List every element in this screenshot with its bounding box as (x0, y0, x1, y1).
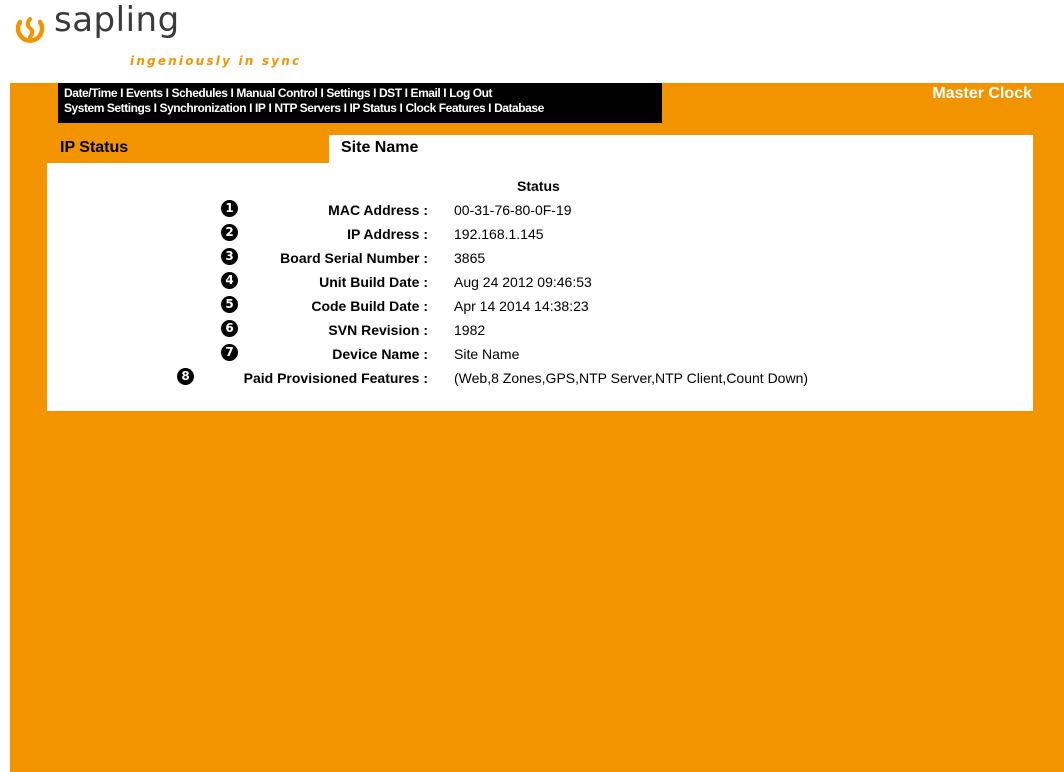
nav-separator: I (249, 101, 252, 115)
status-label: Board Serial Number : (280, 250, 428, 266)
status-row: 8 Paid Provisioned Features : (Web,8 Zones… (47, 367, 1033, 391)
status-value: Apr 14 2014 14:38:23 (454, 298, 589, 314)
device-type-label: Master Clock (932, 85, 1032, 102)
status-value: 00-31-76-80-0F-19 (454, 202, 572, 218)
status-heading: Status (517, 178, 560, 194)
nav-link-date-time[interactable]: Date/Time (64, 86, 118, 100)
number-badge-icon: 7 (221, 344, 238, 361)
number-badge-icon: 8 (177, 368, 194, 385)
nav-link-email[interactable]: Email (411, 86, 441, 100)
status-table: Status 1 MAC Address : 00-31-76-80-0F-19 2 I… (47, 163, 1033, 411)
nav-separator: I (120, 86, 123, 100)
status-row: 4 Unit Build Date : Aug 24 2012 09:46:53 (47, 271, 1033, 295)
status-label: Device Name : (332, 346, 428, 362)
status-label: MAC Address : (328, 202, 428, 218)
site-name-heading: Site Name (341, 139, 419, 156)
nav-separator: I (373, 86, 376, 100)
number-badge-icon: 3 (221, 248, 238, 265)
status-value: 3865 (454, 250, 486, 266)
brand-name: sapling (54, 0, 180, 40)
nav-link-synchronization[interactable]: Synchronization (160, 101, 247, 115)
status-value: Site Name (454, 346, 520, 362)
nav-link-ip-status[interactable]: IP Status (349, 101, 397, 115)
nav-link-ip[interactable]: IP (255, 101, 266, 115)
nav-link-settings[interactable]: Settings (326, 86, 370, 100)
site-name-tab: Site Name (329, 135, 1033, 163)
status-label: SVN Revision : (328, 322, 428, 338)
status-value: (Web,8 Zones,GPS,NTP Server,NTP Client,C… (454, 370, 809, 386)
nav-row-primary: Date/Time I Events I Schedules I Manual Contro… (64, 86, 662, 101)
brand-tagline: ingeniously in sync (130, 54, 302, 68)
number-badge-icon: 6 (221, 320, 238, 337)
nav-separator: I (443, 86, 447, 100)
nav-link-manual-control[interactable]: Manual Control (236, 86, 317, 100)
nav-separator: I (488, 101, 492, 115)
sapling-logo: sapling ingeniously in sync (14, 0, 334, 74)
number-badge-icon: 5 (221, 296, 238, 313)
number-badge-icon: 1 (221, 200, 238, 217)
nav-link-ntp-servers[interactable]: NTP Servers (274, 101, 341, 115)
nav-link-dst[interactable]: DST (379, 86, 402, 100)
top-navigation: Date/Time I Events I Schedules I Manual Contro… (58, 83, 662, 123)
status-value: 1982 (454, 322, 486, 338)
status-row: 7 Device Name : Site Name (47, 343, 1033, 367)
status-label: Paid Provisioned Features : (243, 370, 428, 386)
number-badge-icon: 4 (221, 272, 238, 289)
nav-separator: I (404, 86, 408, 100)
nav-link-log-out[interactable]: Log Out (449, 86, 492, 100)
nav-row-secondary: System Settings I Synchronization I IP I NTP S… (64, 101, 662, 116)
status-label: Code Build Date : (311, 298, 428, 314)
nav-separator: I (165, 86, 169, 100)
nav-separator: I (268, 101, 272, 115)
nav-link-database[interactable]: Database (494, 101, 544, 115)
status-value: Aug 24 2012 09:46:53 (454, 274, 592, 290)
nav-separator: I (320, 86, 324, 100)
status-panel: Site Name Status 1 MAC Address : 00-31-76-… (47, 135, 1033, 411)
nav-separator: I (153, 101, 157, 115)
nav-link-system-settings[interactable]: System Settings (64, 101, 151, 115)
status-row: 6 SVN Revision : 1982 (47, 319, 1033, 343)
status-label: IP Address : (347, 226, 428, 242)
status-row: 1 MAC Address : 00-31-76-80-0F-19 (47, 199, 1033, 223)
sapling-logo-icon (15, 17, 45, 43)
status-value: 192.168.1.145 (454, 226, 544, 242)
nav-link-clock-features[interactable]: Clock Features (405, 101, 485, 115)
status-row: 2 IP Address : 192.168.1.145 (47, 223, 1033, 247)
status-row: 3 Board Serial Number : 3865 (47, 247, 1033, 271)
status-label: Unit Build Date : (319, 274, 428, 290)
nav-link-schedules[interactable]: Schedules (172, 86, 228, 100)
nav-link-events[interactable]: Events (126, 86, 163, 100)
status-row: 5 Code Build Date : Apr 14 2014 14:38:23 (47, 295, 1033, 319)
number-badge-icon: 2 (221, 224, 238, 241)
